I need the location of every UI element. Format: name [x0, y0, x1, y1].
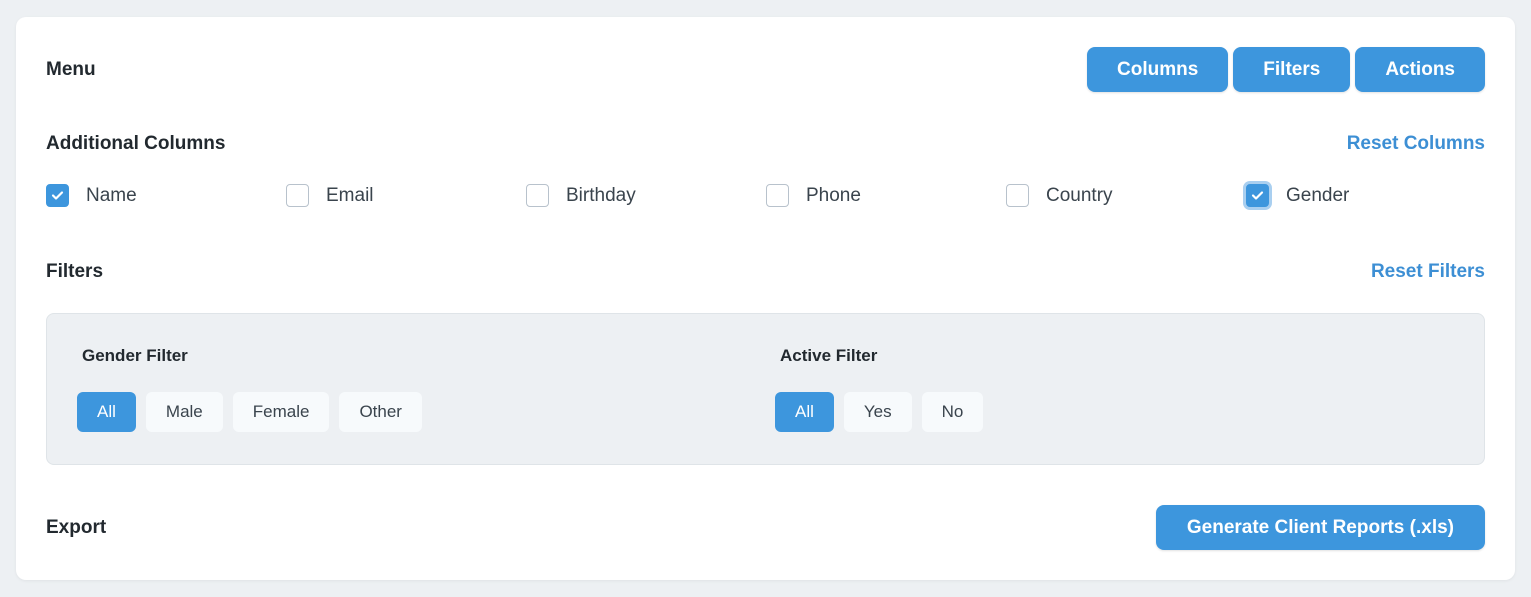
filters-title: Filters — [46, 261, 104, 282]
gender-filter-male[interactable]: Male — [145, 392, 223, 432]
column-checkbox-gender[interactable]: Gender — [1246, 184, 1486, 207]
active-filter-options: All Yes No — [775, 392, 984, 432]
actions-button[interactable]: Actions — [1355, 47, 1485, 92]
checkbox-birthday[interactable] — [526, 184, 549, 207]
generate-reports-button[interactable]: Generate Client Reports (.xls) — [1155, 505, 1485, 550]
checkbox-gender[interactable] — [1246, 184, 1269, 207]
gender-filter-all[interactable]: All — [77, 392, 136, 432]
checkbox-label: Email — [326, 184, 374, 206]
column-checkbox-phone[interactable]: Phone — [766, 184, 1006, 207]
checkbox-email[interactable] — [286, 184, 309, 207]
gender-filter-other[interactable]: Other — [339, 392, 422, 432]
filters-button[interactable]: Filters — [1233, 47, 1351, 92]
active-filter-title: Active Filter — [780, 346, 878, 365]
export-title: Export — [46, 516, 107, 538]
checkbox-label: Phone — [806, 184, 861, 206]
checkbox-label: Country — [1046, 184, 1113, 206]
checkbox-country[interactable] — [1006, 184, 1029, 207]
menu-row: Menu Columns Filters Actions — [46, 47, 1485, 92]
menu-button-group: Columns Filters Actions — [1087, 47, 1485, 92]
active-filter-yes[interactable]: Yes — [843, 392, 912, 432]
check-icon — [1251, 191, 1264, 200]
checkbox-name[interactable] — [46, 184, 69, 207]
checkbox-label: Name — [86, 184, 137, 206]
gender-filter-female[interactable]: Female — [232, 392, 330, 432]
filters-header: Filters Reset Filters — [46, 259, 1485, 285]
reset-filters-link[interactable]: Reset Filters — [1371, 261, 1485, 283]
gender-filter-options: All Male Female Other — [77, 392, 422, 432]
active-filter-all[interactable]: All — [775, 392, 834, 432]
reset-columns-link[interactable]: Reset Columns — [1347, 133, 1485, 155]
column-checkbox-name[interactable]: Name — [46, 184, 286, 207]
checkbox-phone[interactable] — [766, 184, 789, 207]
menu-title: Menu — [46, 58, 96, 80]
gender-filter-group: Gender Filter All Male Female Other — [77, 346, 422, 432]
columns-button[interactable]: Columns — [1087, 47, 1229, 92]
settings-card: Menu Columns Filters Actions Additional … — [16, 17, 1515, 580]
filter-panel: Gender Filter All Male Female Other Acti… — [46, 313, 1485, 465]
column-checkbox-country[interactable]: Country — [1006, 184, 1246, 207]
checkbox-label: Birthday — [566, 184, 636, 206]
column-checkbox-email[interactable]: Email — [286, 184, 526, 207]
column-checkbox-list: Name Email Birthday Phone Country Gender — [46, 184, 1486, 207]
additional-columns-header: Additional Columns Reset Columns — [46, 131, 1485, 157]
export-row: Export Generate Client Reports (.xls) — [46, 505, 1485, 550]
checkbox-label: Gender — [1286, 184, 1350, 206]
column-checkbox-birthday[interactable]: Birthday — [526, 184, 766, 207]
check-icon — [51, 191, 64, 200]
active-filter-group: Active Filter All Yes No — [775, 346, 984, 432]
gender-filter-title: Gender Filter — [82, 346, 188, 365]
additional-columns-title: Additional Columns — [46, 133, 226, 154]
active-filter-no[interactable]: No — [921, 392, 984, 432]
